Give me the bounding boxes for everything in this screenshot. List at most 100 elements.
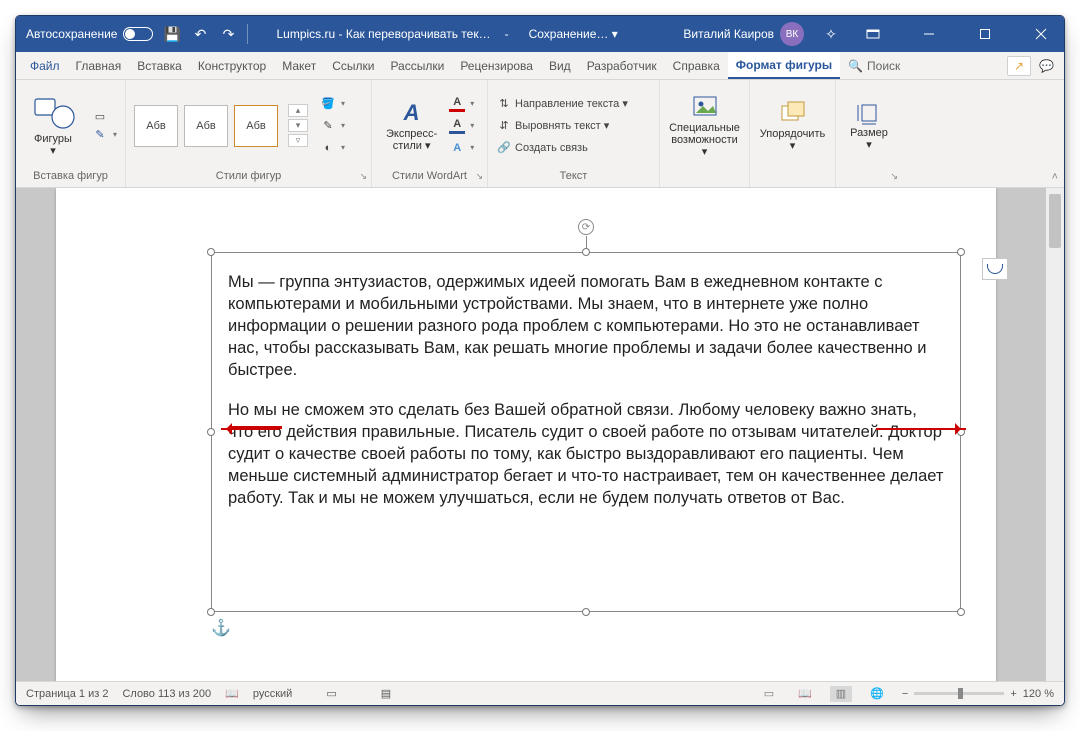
dialog-launcher-icon[interactable]: ↘	[359, 171, 367, 182]
tab-shape-format[interactable]: Формат фигуры	[728, 52, 840, 79]
text-outline-button[interactable]: A▾	[449, 118, 474, 134]
zoom-control[interactable]: − + 120 %	[902, 688, 1054, 700]
style-preset-1[interactable]: Абв	[134, 105, 178, 147]
dialog-launcher-icon[interactable]: ↘	[890, 171, 898, 182]
wordart-quickstyles-button[interactable]: A Экспресс- стили ▾	[380, 98, 443, 154]
language-indicator[interactable]: русский	[253, 688, 292, 700]
layout-options-button[interactable]	[982, 258, 1008, 280]
share-button[interactable]: ↗	[1007, 56, 1031, 76]
text-fill-button[interactable]: A▾	[449, 96, 474, 112]
page: ⟳ Мы — группа энтузиастов, одержимых иде…	[56, 188, 996, 681]
tab-layout[interactable]: Макет	[274, 52, 324, 79]
minimize-button[interactable]	[906, 16, 952, 52]
word-count[interactable]: Слово 113 из 200	[122, 688, 211, 700]
user-account[interactable]: Виталий Каиров ВК	[683, 22, 804, 46]
wordart-icon: A	[404, 100, 420, 126]
macro-icon[interactable]: ▤	[381, 687, 391, 700]
autosave-label: Автосохранение	[26, 27, 117, 41]
rotate-handle-icon[interactable]: ⟳	[578, 219, 594, 235]
group-text: ⇅Направление текста ▾ ⇵Выровнять текст ▾…	[488, 80, 660, 187]
accessibility-icon[interactable]: ▭	[326, 687, 336, 700]
shapes-gallery-button[interactable]: Фигуры ▾	[24, 93, 82, 159]
resize-handle-se[interactable]	[957, 608, 965, 616]
save-icon[interactable]: 💾	[163, 25, 181, 43]
tab-help[interactable]: Справка	[665, 52, 728, 79]
tab-mailings[interactable]: Рассылки	[382, 52, 452, 79]
shape-outline-button[interactable]: ✎▾	[320, 118, 345, 134]
resize-handle-sw[interactable]	[207, 608, 215, 616]
zoom-level[interactable]: 120 %	[1023, 688, 1054, 700]
resize-handle-s[interactable]	[582, 608, 590, 616]
tab-view[interactable]: Вид	[541, 52, 579, 79]
text-effects-button[interactable]: A▾	[449, 140, 474, 156]
separator	[247, 24, 248, 44]
redo-icon[interactable]: ↷	[219, 25, 237, 43]
spellcheck-icon[interactable]: 📖	[225, 687, 239, 700]
align-text-button[interactable]: ⇵Выровнять текст ▾	[496, 118, 609, 134]
print-view-button[interactable]: ▥	[830, 686, 852, 702]
focus-view-button[interactable]: ▭	[758, 686, 780, 702]
shape-fill-button[interactable]: 🪣▾	[320, 96, 345, 112]
undo-icon[interactable]: ↶	[191, 25, 209, 43]
document-title: Lumpics.ru - Как переворачивать тек…	[276, 27, 490, 41]
close-button[interactable]	[1018, 16, 1064, 52]
page-indicator[interactable]: Страница 1 из 2	[26, 688, 108, 700]
dialog-launcher-icon[interactable]: ↘	[475, 171, 483, 182]
anchor-icon: ⚓	[211, 618, 231, 638]
draw-textbox-button[interactable]: ▭	[92, 109, 117, 125]
alt-text-button[interactable]: Специальные возможности ▾	[668, 92, 741, 160]
tab-file[interactable]: Файл	[22, 52, 68, 79]
tab-design[interactable]: Конструктор	[190, 52, 274, 79]
text-content[interactable]: Мы — группа энтузиастов, одержимых идеей…	[212, 253, 960, 527]
document-area[interactable]: ⟳ Мы — группа энтузиастов, одержимых иде…	[16, 188, 1064, 681]
size-icon	[856, 101, 882, 125]
read-view-button[interactable]: 📖	[794, 686, 816, 702]
size-button[interactable]: Размер ▾	[844, 99, 894, 153]
coming-soon-icon[interactable]: ✧	[822, 25, 840, 43]
user-name: Виталий Каиров	[683, 27, 774, 41]
arrange-button[interactable]: Упорядочить ▾	[758, 98, 827, 154]
style-preset-2[interactable]: Абв	[184, 105, 228, 147]
layout-options-icon	[987, 264, 1003, 274]
toggle-icon[interactable]	[123, 27, 153, 41]
app-window: Автосохранение 💾 ↶ ↷ Lumpics.ru - Как пе…	[15, 15, 1065, 706]
web-view-button[interactable]: 🌐	[866, 686, 888, 702]
tab-review[interactable]: Рецензирова	[452, 52, 541, 79]
annotation-strike	[230, 426, 282, 429]
group-label: Текст	[496, 167, 651, 185]
shape-tools: ▭ ✎▾	[92, 109, 117, 143]
maximize-button[interactable]	[962, 16, 1008, 52]
shapes-label: Фигуры ▾	[30, 133, 76, 157]
group-arrange: Упорядочить ▾	[750, 80, 836, 187]
shape-effects-button[interactable]: ◐▾	[320, 140, 345, 156]
search-box[interactable]: 🔍 Поиск	[840, 52, 908, 79]
tab-references[interactable]: Ссылки	[324, 52, 382, 79]
create-link-button[interactable]: 🔗Создать связь	[496, 140, 588, 156]
tab-developer[interactable]: Разработчик	[579, 52, 665, 79]
autosave-toggle[interactable]: Автосохранение	[26, 27, 153, 41]
save-status[interactable]: Сохранение… ▾	[529, 27, 618, 41]
tab-insert[interactable]: Вставка	[129, 52, 190, 79]
style-more[interactable]: ▴▾▿	[288, 104, 308, 147]
style-preset-3[interactable]: Абв	[234, 105, 278, 147]
scrollbar-thumb[interactable]	[1049, 194, 1061, 248]
text-direction-button[interactable]: ⇅Направление текста ▾	[496, 96, 628, 112]
paragraph-1: Мы — группа энтузиастов, одержимых идеей…	[228, 271, 944, 381]
alt-text-icon	[691, 94, 719, 120]
edit-shape-button[interactable]: ✎▾	[92, 127, 117, 143]
vertical-scrollbar[interactable]	[1046, 188, 1064, 681]
dash: -	[505, 27, 509, 41]
text-box-shape[interactable]: ⟳ Мы — группа энтузиастов, одержимых иде…	[211, 252, 961, 612]
comments-icon[interactable]: 💬	[1039, 59, 1054, 73]
arrange-icon	[779, 100, 807, 126]
group-label	[758, 167, 827, 185]
ribbon-tabs: Файл Главная Вставка Конструктор Макет С…	[16, 52, 1064, 80]
tab-home[interactable]: Главная	[68, 52, 130, 79]
zoom-out-icon[interactable]: −	[902, 688, 908, 700]
ribbon-display-button[interactable]	[850, 16, 896, 52]
zoom-in-icon[interactable]: +	[1010, 688, 1016, 700]
group-wordart: A Экспресс- стили ▾ A▾ A▾ A▾ Стили WordA…	[372, 80, 488, 187]
avatar: ВК	[780, 22, 804, 46]
zoom-slider[interactable]	[914, 692, 1004, 695]
collapse-ribbon-icon[interactable]: ˄	[1052, 171, 1058, 183]
